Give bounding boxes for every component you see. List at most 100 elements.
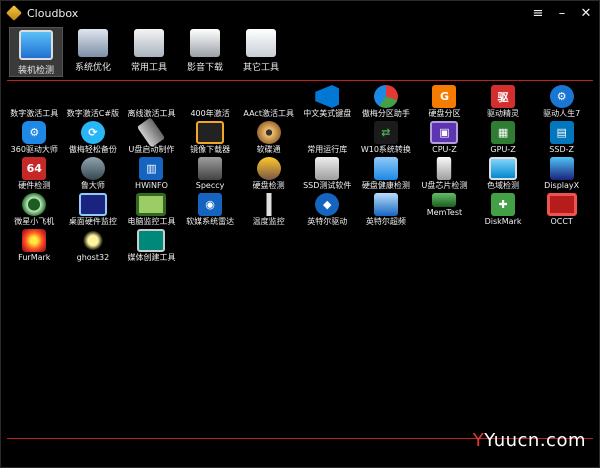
app-label: 媒体创建工具 [127,253,176,262]
app-item[interactable]: 镜像下载器 [181,119,240,155]
app-item[interactable]: U盘启动制作 [122,117,181,155]
app-label: ghost32 [76,253,110,262]
app-item[interactable]: ▦ GPU-Z [474,119,533,155]
app-item[interactable]: 中文美式键盘 [298,83,357,119]
close-button[interactable]: ✕ [577,4,595,22]
driver-genius-icon: 驱 [491,85,516,108]
diskmark-icon: ✚ [491,193,516,216]
app-item[interactable]: 英特尔超频 [357,191,416,227]
app-item[interactable]: ⚙ 驱动人生7 [532,83,591,119]
windows-logo-icon [81,85,105,108]
tab-1[interactable]: 装机检测 [9,27,63,77]
app-label: 离线激活工具 [127,109,176,118]
app-label: Speccy [195,181,225,190]
app-item[interactable]: ghost32 [64,227,123,263]
app-label: 360驱动大师 [10,145,58,154]
app-item[interactable]: 色域检测 [474,155,533,191]
watermark-mark: Y [472,430,485,451]
hwinfo-icon: ▥ [139,157,164,180]
app-item[interactable]: 数字激活工具 [5,83,64,119]
tab-label: 系统优化 [74,63,111,73]
menu-button[interactable]: ≡ [529,4,547,22]
app-label: 数字激活C#版 [66,109,120,118]
app-label: MemTest [426,208,463,217]
app-item[interactable]: ✚ DiskMark [474,191,533,227]
app-item[interactable]: ▥ HWiNFO [122,155,181,191]
document-icon [246,29,276,57]
watermark: YYuucn.com [473,430,586,451]
app-label: 电脑监控工具 [127,217,176,226]
app-item[interactable]: OCCT [532,191,591,227]
app-item[interactable]: 驱驱动精灵 [474,83,533,119]
app-item[interactable]: U盘芯片检测 [415,155,474,191]
app-label: AAct激活工具 [243,109,294,118]
tab-2[interactable]: 系统优化 [67,27,119,75]
app-item[interactable]: G 硬盘分区 [415,83,474,119]
app-label: 硬件检测 [18,181,51,190]
app-item[interactable]: ⚙ 360驱动大师 [5,119,64,155]
shuffle-icon: ⇄ [373,121,398,144]
app-item[interactable]: ⟳ 傲梅轻松备份 [64,119,123,155]
title-bar[interactable]: Cloudbox ≡ – ✕ [1,1,599,25]
app-item[interactable]: 鲁大师 [64,155,123,191]
app-label: 桌面硬件监控 [68,217,117,226]
intel-driver-icon: ◆ [315,193,340,216]
app-item[interactable]: 常用运行库 [298,119,357,155]
app-label: 软媒系统雷达 [186,217,235,226]
app-label: CPU-Z [432,145,457,154]
app-item[interactable]: ◉ 软媒系统雷达 [181,191,240,227]
afterburner-icon [22,193,47,216]
app-item[interactable]: 离线激活工具 [122,83,181,119]
app-label: 中文美式键盘 [303,109,352,118]
app-item[interactable]: 电脑监控工具 [122,191,181,227]
app-label: 400年激活 [190,109,230,118]
tab-3[interactable]: 常用工具 [123,27,175,75]
app-window: Cloudbox ≡ – ✕ 装机检测 系统优化 常用工具 影音下载 其它工具 数字激活… [0,0,600,468]
vscode-icon [315,85,340,108]
app-item[interactable]: 温度监控 [239,191,298,227]
app-label: HWiNFO [135,181,168,190]
tab-4[interactable]: 影音下载 [179,27,231,75]
ssd-test-icon [315,157,340,180]
app-label: DiskMark [484,217,522,226]
app-item[interactable]: 傲梅分区助手 [357,83,416,119]
app-item[interactable]: Speccy [181,155,240,191]
app-label: 数字激活工具 [10,109,59,118]
app-label: 傲梅轻松备份 [68,145,117,154]
app-item[interactable]: ⇄ W10系统转换 [357,119,416,155]
window-controls: ≡ – ✕ [529,4,595,22]
app-item[interactable]: 微星小飞机 [5,191,64,227]
app-label: OCCT [550,217,573,226]
tab-5[interactable]: 其它工具 [235,27,287,75]
app-item[interactable]: 400年激活 [181,83,240,119]
minimize-button[interactable]: – [553,4,571,22]
app-item[interactable]: SSD测试软件 [298,155,357,191]
thermometer-icon [256,193,281,216]
app-label: 英特尔超频 [365,217,406,226]
furmark-icon [22,229,47,252]
tools-icon [134,29,164,57]
radar-icon: ◉ [198,193,223,216]
desktop-monitor-icon [78,193,107,216]
app-item[interactable]: 数字激活C#版 [64,83,123,119]
ghost-icon [80,229,105,252]
app-item[interactable]: ▤ SSD-Z [532,119,591,155]
app-label: 驱动人生7 [543,109,581,118]
app-item[interactable]: FurMark [5,227,64,263]
app-item[interactable]: ◆ 英特尔驱动 [298,191,357,227]
app-item[interactable]: 媒体创建工具 [122,227,181,263]
app-item[interactable]: MemTest [415,191,474,227]
app-item[interactable]: 硬盘检测 [239,155,298,191]
app-item[interactable]: 桌面硬件监控 [64,191,123,227]
watermark-text: Yuucn.com [484,430,586,451]
app-item[interactable]: AAct激活工具 [239,83,298,119]
app-label: W10系统转换 [360,145,411,154]
window-title: Cloudbox [27,6,79,20]
app-item[interactable]: ▣ CPU-Z [415,119,474,155]
app-item[interactable]: 软碟通 [239,119,298,155]
memory-icon [432,193,457,207]
app-item[interactable]: 64 硬件检测 [5,155,64,191]
tab-label: 其它工具 [242,63,279,73]
app-item[interactable]: 硬盘健康检测 [357,155,416,191]
app-item[interactable]: DisplayX [532,155,591,191]
